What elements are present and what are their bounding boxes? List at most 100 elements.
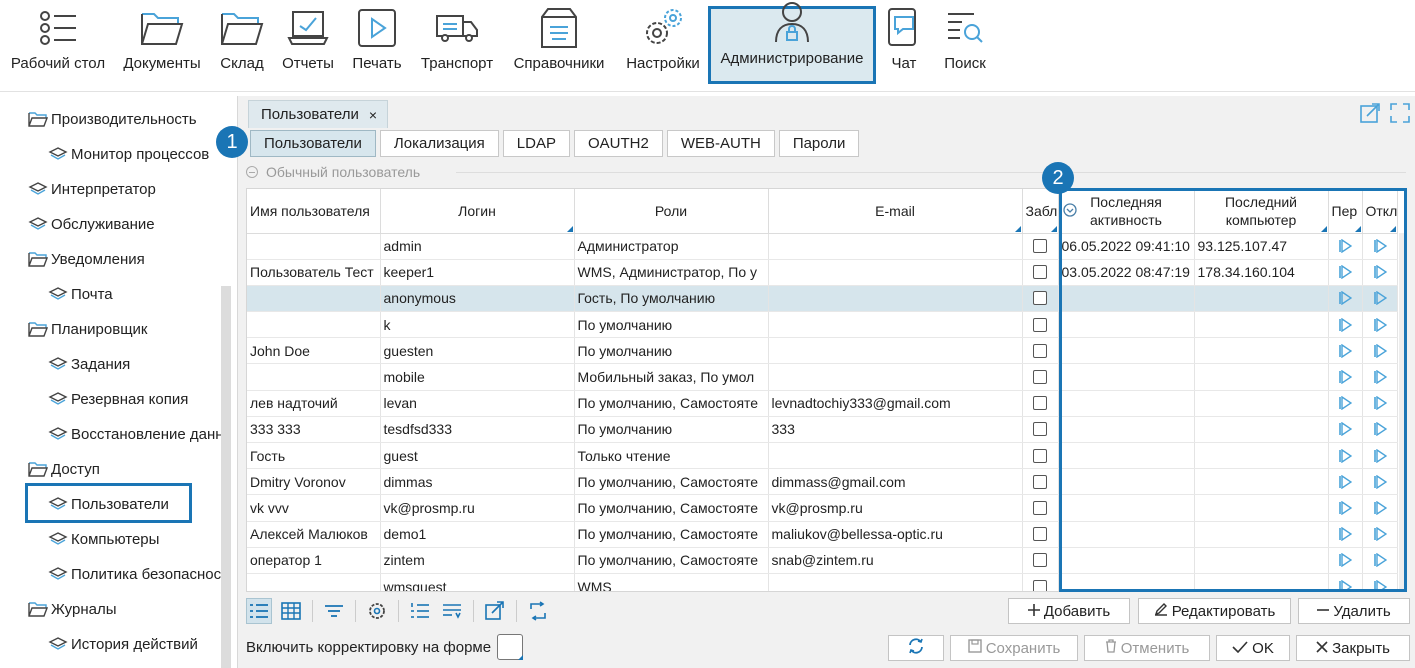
refresh-exchange-icon[interactable] [525, 598, 551, 624]
table-view-icon[interactable] [278, 598, 304, 624]
blocked-checkbox[interactable] [1033, 317, 1047, 332]
edit-button[interactable]: Редактировать [1138, 598, 1291, 624]
open-external-icon[interactable] [1359, 102, 1381, 127]
cell-login: demo1 [380, 521, 575, 548]
group-header[interactable]: Обычный пользователь [246, 164, 1406, 180]
subtab[interactable]: Пользователи [250, 130, 376, 157]
toolbar-chat-button[interactable]: Чат [884, 6, 924, 86]
cell-blocked [1022, 416, 1059, 444]
toolbar-print-button[interactable]: Печать [348, 6, 406, 86]
layers-icon [48, 286, 68, 302]
cell-email [768, 442, 1023, 470]
sidebar-item-folder[interactable]: Планировщик [28, 314, 147, 344]
sidebar-item-folder[interactable]: Производительность [28, 104, 197, 134]
cell-name [247, 311, 381, 339]
blocked-checkbox[interactable] [1033, 579, 1047, 591]
subtab[interactable]: WEB-AUTH [666, 130, 775, 157]
toolbar-warehouse-button[interactable]: Склад [216, 6, 268, 86]
column-header-login[interactable]: Логин [380, 189, 575, 234]
blocked-checkbox[interactable] [1033, 265, 1047, 280]
sidebar-item-page[interactable]: История действий [48, 629, 198, 659]
toolbar-label: Печать [352, 55, 402, 72]
toolbar-administration-button[interactable]: Администрирование [708, 2, 876, 84]
blocked-checkbox[interactable] [1033, 527, 1047, 542]
delete-button[interactable]: Удалить [1298, 598, 1410, 624]
blocked-checkbox[interactable] [1033, 343, 1047, 358]
add-button[interactable]: Добавить [1008, 598, 1130, 624]
toolbar-search-button[interactable]: Поиск [938, 6, 992, 86]
blocked-checkbox[interactable] [1033, 291, 1047, 306]
sidebar-item-page[interactable]: Интерпретатор [28, 174, 156, 204]
sidebar-item-page[interactable]: Монитор процессов [48, 139, 209, 169]
sidebar-item-label: Компьютеры [71, 530, 160, 548]
toolbar-documents-button[interactable]: Документы [120, 6, 204, 86]
user-lock-icon [769, 0, 815, 44]
blocked-checkbox[interactable] [1033, 370, 1047, 385]
folder-icon [139, 6, 185, 49]
cell-name: Dmitry Voronov [247, 468, 381, 496]
blocked-checkbox[interactable] [1033, 500, 1047, 515]
blocked-checkbox[interactable] [1033, 448, 1047, 463]
sidebar-item-label: Резервная копия [71, 390, 189, 408]
toolbar-separator [516, 600, 517, 622]
cell-name: Пользователь Тест [247, 259, 381, 286]
blocked-checkbox[interactable] [1033, 239, 1047, 254]
collapse-icon[interactable] [246, 166, 258, 178]
sidebar-item-page[interactable]: Резервная копия [48, 384, 188, 414]
numbered-list-icon[interactable] [407, 598, 433, 624]
list-view-icon[interactable] [246, 598, 272, 624]
sidebar-item-page[interactable]: Политика безопасност [48, 559, 228, 589]
column-header-roles[interactable]: Роли [574, 189, 769, 234]
document-tab-users[interactable]: Пользователи × [248, 100, 389, 128]
subtab[interactable]: Пароли [778, 130, 860, 157]
blocked-checkbox[interactable] [1033, 422, 1047, 437]
cancel-button-label: Отменить [1120, 639, 1190, 657]
toolbar-transport-button[interactable]: Транспорт [416, 6, 498, 86]
close-button[interactable]: Закрыть [1296, 635, 1410, 661]
subtab[interactable]: OAUTH2 [573, 130, 663, 157]
toolbar-references-button[interactable]: Справочники [508, 6, 610, 86]
subtab[interactable]: Локализация [379, 130, 499, 157]
edit-on-form-checkbox[interactable] [497, 634, 524, 660]
sidebar-item-folder[interactable]: Доступ [28, 454, 100, 484]
cancel-button[interactable]: Отменить [1084, 635, 1210, 661]
sidebar-item-page[interactable]: Обслуживание [28, 209, 155, 239]
toolbar-reports-button[interactable]: Отчеты [278, 6, 338, 86]
refresh-button[interactable] [888, 635, 944, 661]
form-footer: Включить корректировку на форме [246, 634, 524, 660]
ok-button[interactable]: OK [1216, 635, 1290, 661]
header-label: Имя пользователя [250, 202, 370, 219]
sort-list-icon[interactable] [439, 598, 465, 624]
blocked-checkbox[interactable] [1033, 396, 1047, 411]
box-icon [536, 6, 582, 49]
filter-icon[interactable] [321, 598, 347, 624]
close-icon[interactable]: × [369, 107, 377, 123]
export-icon[interactable] [482, 598, 508, 624]
toolbar-separator [398, 600, 399, 622]
cell-roles: По умолчанию, Самостояте [574, 468, 769, 496]
cell-name: vk vvv [247, 494, 381, 522]
column-header-blocked[interactable]: Забл [1022, 189, 1059, 234]
gear-icon[interactable] [364, 598, 390, 624]
sidebar-item-folder[interactable]: Журналы [28, 594, 117, 624]
blocked-checkbox[interactable] [1033, 474, 1047, 489]
header-label: Забл [1025, 202, 1058, 219]
fullscreen-icon[interactable] [1389, 102, 1411, 127]
subtab[interactable]: LDAP [502, 130, 570, 157]
column-header-email[interactable]: E-mail [768, 189, 1023, 234]
sidebar-item-page[interactable]: Восстановление данн [48, 419, 224, 449]
gears-icon [640, 6, 686, 49]
sidebar-item-folder[interactable]: Уведомления [28, 244, 145, 274]
sidebar-item-page[interactable]: Задания [48, 349, 130, 379]
sort-marker [566, 225, 573, 232]
blocked-checkbox[interactable] [1033, 553, 1047, 568]
sidebar-item-page[interactable]: Почта [48, 279, 113, 309]
toolbar-settings-button[interactable]: Настройки [622, 6, 704, 86]
save-button[interactable]: Сохранить [950, 635, 1078, 661]
column-header-name[interactable]: Имя пользователя [247, 189, 381, 234]
play-print-icon [354, 6, 400, 49]
cell-blocked [1022, 547, 1059, 574]
sidebar-scrollbar[interactable] [221, 286, 231, 668]
toolbar-desktop-button[interactable]: Рабочий стол [8, 6, 108, 86]
sidebar-item-page[interactable]: Компьютеры [48, 524, 159, 554]
